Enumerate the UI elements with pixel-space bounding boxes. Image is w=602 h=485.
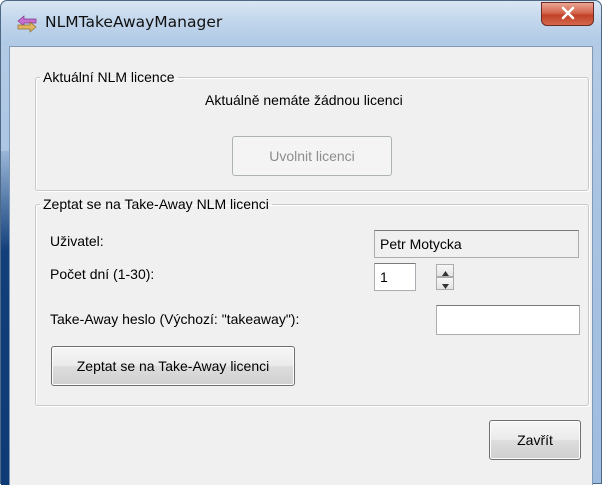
user-label: Uživatel: xyxy=(50,233,104,249)
days-label: Počet dní (1-30): xyxy=(50,266,155,282)
takeaway-request-legend: Zeptat se na Take-Away NLM licenci xyxy=(43,196,269,212)
window-frame-edge xyxy=(1,151,9,485)
current-license-legend: Aktuální NLM licence xyxy=(43,69,175,85)
days-decrement-button[interactable] xyxy=(436,277,454,290)
request-takeaway-button[interactable]: Zeptat se na Take-Away licenci xyxy=(51,346,295,386)
title-bar[interactable]: NLMTakeAwayManager xyxy=(1,1,601,45)
user-field[interactable] xyxy=(374,230,579,258)
window-close-button[interactable] xyxy=(541,2,594,26)
close-icon xyxy=(560,5,576,24)
app-window: NLMTakeAwayManager Aktuální NLM licence … xyxy=(0,0,602,485)
dialog-client-area: Aktuální NLM licence Aktuálně nemáte žád… xyxy=(9,46,593,485)
license-status-text: Aktuálně nemáte žádnou licenci xyxy=(205,92,403,108)
days-field[interactable] xyxy=(374,263,416,291)
release-license-button[interactable]: Uvolnit licenci xyxy=(232,136,392,176)
password-label: Take-Away heslo (Výchozí: "takeaway"): xyxy=(50,311,300,327)
arrow-swap-icon xyxy=(15,15,39,33)
close-dialog-button[interactable]: Zavřít xyxy=(489,420,581,460)
triangle-down-icon xyxy=(441,274,449,293)
password-field[interactable] xyxy=(436,305,580,335)
window-title: NLMTakeAwayManager xyxy=(45,13,223,31)
